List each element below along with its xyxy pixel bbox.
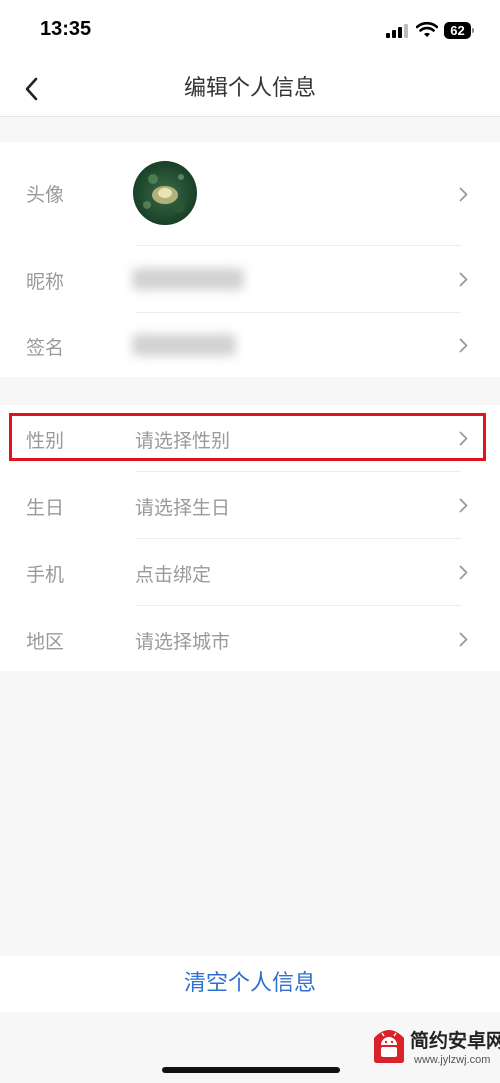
birthday-row[interactable]: 生日 请选择生日 [0, 472, 500, 538]
region-label: 地区 [26, 631, 65, 653]
chevron-right-icon [459, 338, 468, 353]
navigation-bar: 编辑个人信息 [0, 62, 500, 117]
region-value: 请选择城市 [135, 631, 231, 653]
back-button[interactable] [14, 72, 50, 106]
avatar-label: 头像 [26, 184, 65, 206]
birthday-label: 生日 [26, 497, 65, 519]
avatar-row[interactable]: 头像 [0, 142, 500, 245]
gender-row[interactable]: 性别 请选择性别 [0, 405, 500, 471]
home-indicator[interactable] [162, 1067, 340, 1073]
nickname-label: 昵称 [26, 271, 65, 293]
nickname-value-blurred [132, 268, 244, 290]
chevron-right-icon [459, 565, 468, 580]
chevron-right-icon [459, 498, 468, 513]
android-logo-icon [374, 1030, 404, 1063]
region-row[interactable]: 地区 请选择城市 [0, 606, 500, 671]
detail-section: 性别 请选择性别 生日 请选择生日 手机 点击绑定 地区 请选择城市 [0, 405, 500, 671]
gender-label: 性别 [26, 430, 65, 452]
signature-row[interactable]: 签名 [0, 313, 500, 377]
watermark: 简约安卓网 www.jylzwj.com [370, 1022, 500, 1078]
battery-level: 62 [444, 22, 471, 39]
avatar-image [143, 174, 185, 213]
phone-row[interactable]: 手机 点击绑定 [0, 539, 500, 605]
nickname-row[interactable]: 昵称 [0, 246, 500, 312]
status-time: 13:35 [40, 18, 92, 40]
phone-label: 手机 [26, 564, 65, 586]
chevron-right-icon [459, 187, 468, 202]
birthday-value: 请选择生日 [135, 497, 231, 519]
gender-value: 请选择性别 [135, 430, 231, 452]
chevron-right-icon [459, 272, 468, 287]
profile-section: 头像 昵称 签名 [0, 142, 500, 377]
chevron-right-icon [459, 632, 468, 647]
wifi-icon [416, 21, 438, 37]
chevron-right-icon [459, 431, 468, 446]
avatar [133, 161, 197, 225]
cellular-signal-icon [386, 24, 408, 38]
watermark-url: www.jylzwj.com [414, 1054, 491, 1066]
phone-value: 点击绑定 [135, 564, 212, 586]
status-bar: 13:35 62 [0, 0, 500, 62]
clear-info-button[interactable]: 清空个人信息 [0, 956, 500, 1012]
page-title: 编辑个人信息 [183, 76, 316, 101]
signature-value-blurred [132, 334, 236, 356]
battery-icon: 62 [444, 22, 474, 39]
signature-label: 签名 [26, 337, 65, 359]
chevron-left-icon [25, 77, 38, 101]
battery-cap [472, 28, 474, 33]
watermark-text: 简约安卓网 [410, 1030, 500, 1052]
